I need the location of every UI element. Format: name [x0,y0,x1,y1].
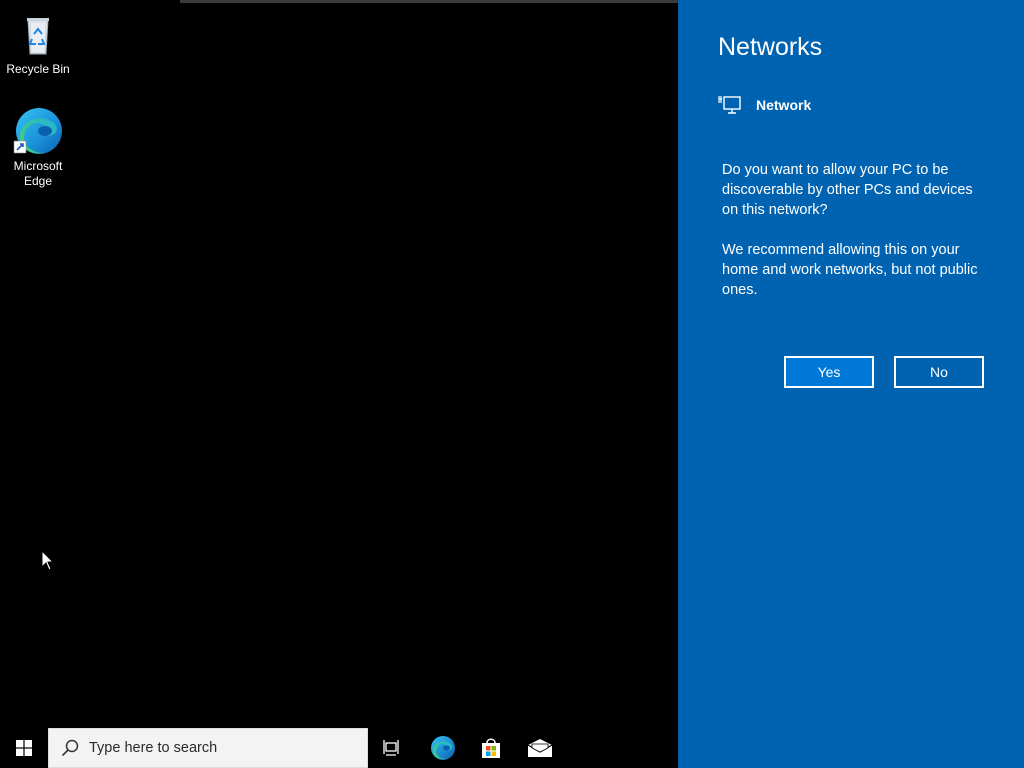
mail-icon [527,739,553,757]
desktop-icon-label-line1: Microsoft [13,159,63,173]
start-button[interactable] [0,728,48,768]
desktop[interactable]: Recycle Bin Microsoft Edge [0,0,844,728]
store-icon [482,738,500,758]
edge-icon [13,108,62,154]
discoverable-question: Do you want to allow your PC to be disco… [722,162,973,218]
task-view-button[interactable] [368,728,416,768]
flyout-title: Networks [718,33,823,61]
taskbar-search-box[interactable]: Type here to search [48,728,368,768]
yes-button[interactable]: Yes [784,356,874,388]
desktop-icon-label: Recycle Bin [6,62,70,76]
search-icon [61,739,79,757]
mouse-cursor-icon [41,550,55,571]
desktop-icon-label: Microsoft Edge [0,159,76,189]
desktop-icon-recycle-bin[interactable]: Recycle Bin [0,8,76,77]
desktop-icon-label-line2: Edge [23,174,53,188]
taskbar-mail-button[interactable] [516,728,564,768]
no-button[interactable]: No [894,356,984,388]
recommendation-text: We recommend allowing this on your home … [722,242,978,298]
taskbar-edge-button[interactable] [419,728,467,768]
network-entry: Network [718,94,811,116]
search-placeholder: Type here to search [89,740,218,756]
desktop-icon-microsoft-edge[interactable]: Microsoft Edge [0,105,76,189]
network-name: Network [756,97,812,113]
taskbar-store-button[interactable] [467,728,515,768]
ethernet-icon [718,96,741,114]
networks-flyout: Networks Network Do you want to allow yo… [678,0,1024,768]
taskbar: Type here to search [0,728,678,768]
windows-logo-icon [16,740,32,756]
recycle-bin-icon [27,18,49,55]
edge-icon [431,736,455,760]
task-view-icon [383,740,399,756]
